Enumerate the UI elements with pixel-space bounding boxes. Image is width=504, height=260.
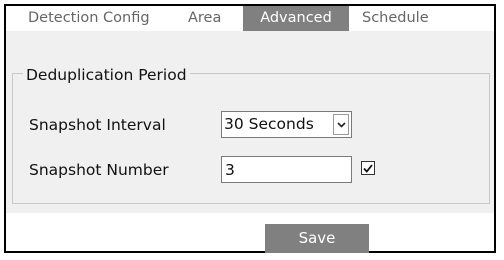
settings-content: Deduplication Period Snapshot Interval 3…	[6, 31, 494, 213]
group-title: Deduplication Period	[23, 66, 190, 84]
tab-area[interactable]: Area	[188, 6, 221, 31]
checkmark-icon	[363, 163, 373, 173]
snapshot-interval-value: 30 Seconds	[224, 115, 314, 133]
snapshot-interval-label: Snapshot Interval	[29, 116, 166, 134]
tab-bar: Detection Config Area Advanced Schedule	[6, 6, 494, 31]
deduplication-groupbox	[12, 73, 490, 204]
snapshot-number-label: Snapshot Number	[29, 161, 169, 179]
tab-advanced[interactable]: Advanced	[243, 6, 349, 31]
snapshot-interval-select[interactable]: 30 Seconds	[221, 111, 352, 138]
advanced-settings-panel: Detection Config Area Advanced Schedule …	[4, 4, 496, 253]
chevron-down-icon[interactable]	[333, 114, 349, 135]
tab-schedule[interactable]: Schedule	[362, 6, 429, 31]
tab-detection-config[interactable]: Detection Config	[28, 6, 150, 31]
snapshot-number-input[interactable]	[221, 156, 352, 183]
snapshot-number-checkbox[interactable]	[361, 161, 375, 175]
save-button[interactable]: Save	[265, 224, 369, 253]
